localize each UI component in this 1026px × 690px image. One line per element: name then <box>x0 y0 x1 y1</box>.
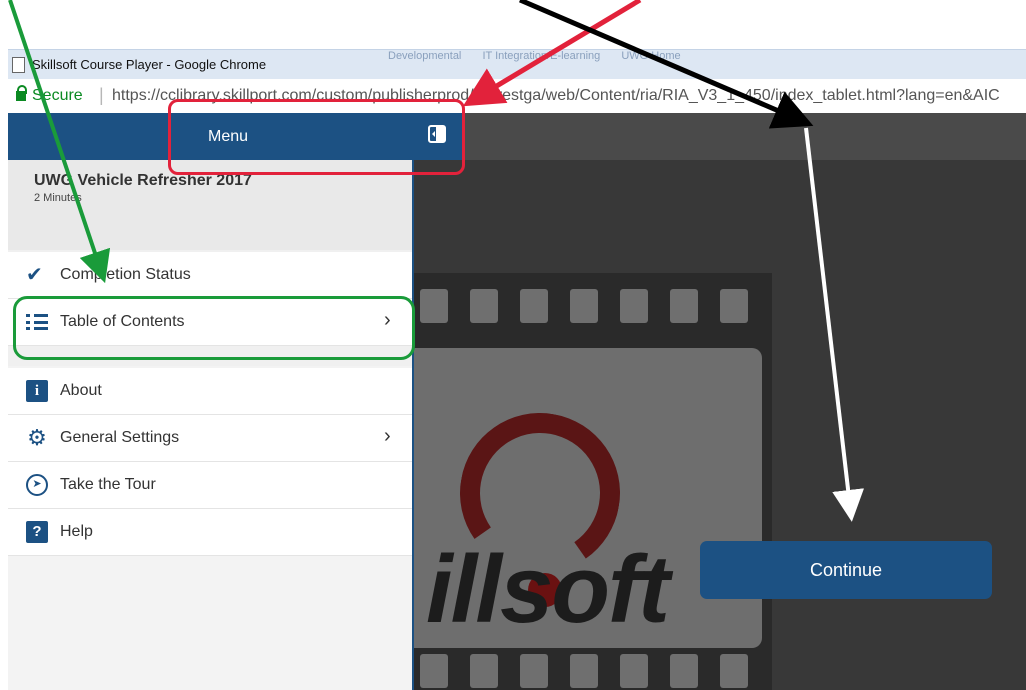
info-icon: i <box>26 380 48 402</box>
continue-button[interactable]: Continue <box>700 541 992 599</box>
lock-icon <box>16 85 27 103</box>
menu-item-label: Take the Tour <box>60 476 156 493</box>
splash-image: illsoft <box>412 273 772 690</box>
help-icon: ? <box>26 521 48 543</box>
film-holes-top <box>420 289 772 323</box>
menu-item-about[interactable]: i About <box>8 368 412 415</box>
course-title: UWG Vehicle Refresher 2017 <box>34 172 252 189</box>
background-tab[interactable]: Developmental <box>388 50 461 62</box>
side-menu: UWG Vehicle Refresher 2017 2 Minutes ✔ C… <box>8 160 414 690</box>
menu-item-label: General Settings <box>60 429 180 446</box>
list-icon <box>26 311 48 333</box>
background-tab[interactable]: IT Integration/E-learning <box>482 50 600 62</box>
course-duration: 2 Minutes <box>34 192 82 204</box>
page-icon <box>12 57 25 73</box>
menu-item-take-the-tour[interactable]: ➤ Take the Tour <box>8 462 412 509</box>
address-bar[interactable]: Secure | https://cclibrary.skillport.com… <box>8 79 1026 114</box>
window-title: Skillsoft Course Player - Google Chrome <box>32 57 267 72</box>
menu-title: Menu <box>208 128 249 145</box>
course-header: UWG Vehicle Refresher 2017 2 Minutes <box>8 160 412 250</box>
skillsoft-logo-text: illsoft <box>426 536 670 643</box>
menu-spacer <box>8 346 412 366</box>
menu-item-completion-status[interactable]: ✔ Completion Status <box>8 252 412 299</box>
gear-icon: ⚙ <box>27 425 47 450</box>
chevron-right-icon: › <box>384 309 391 331</box>
background-tab[interactable]: UWG Home <box>621 50 680 62</box>
menu-item-table-of-contents[interactable]: Table of Contents › <box>8 299 412 346</box>
menu-item-label: Table of Contents <box>60 313 185 330</box>
window-title-bar: Skillsoft Course Player - Google Chrome … <box>8 49 1026 80</box>
menu-item-general-settings[interactable]: ⚙ General Settings › <box>8 415 412 462</box>
url-text[interactable]: https://cclibrary.skillport.com/custom/p… <box>112 87 1024 105</box>
compass-icon: ➤ <box>26 474 48 496</box>
secure-label[interactable]: Secure <box>32 87 83 105</box>
menu-item-help[interactable]: ? Help <box>8 509 412 556</box>
completion-status-icon: ✔ <box>26 264 43 286</box>
menu-header: Menu <box>8 113 464 160</box>
content-top-bar <box>412 113 1026 160</box>
film-holes-bottom <box>420 654 772 688</box>
chevron-right-icon: › <box>384 425 391 447</box>
background-tabs: Developmental IT Integration/E-learning … <box>388 50 808 70</box>
collapse-menu-icon[interactable] <box>428 125 446 143</box>
menu-item-label: About <box>60 382 102 399</box>
course-player: illsoft Continue Menu UWG Vehicle Refres… <box>8 113 1026 690</box>
menu-item-label: Completion Status <box>60 266 191 283</box>
menu-item-label: Help <box>60 523 93 540</box>
url-separator: | <box>99 85 104 105</box>
